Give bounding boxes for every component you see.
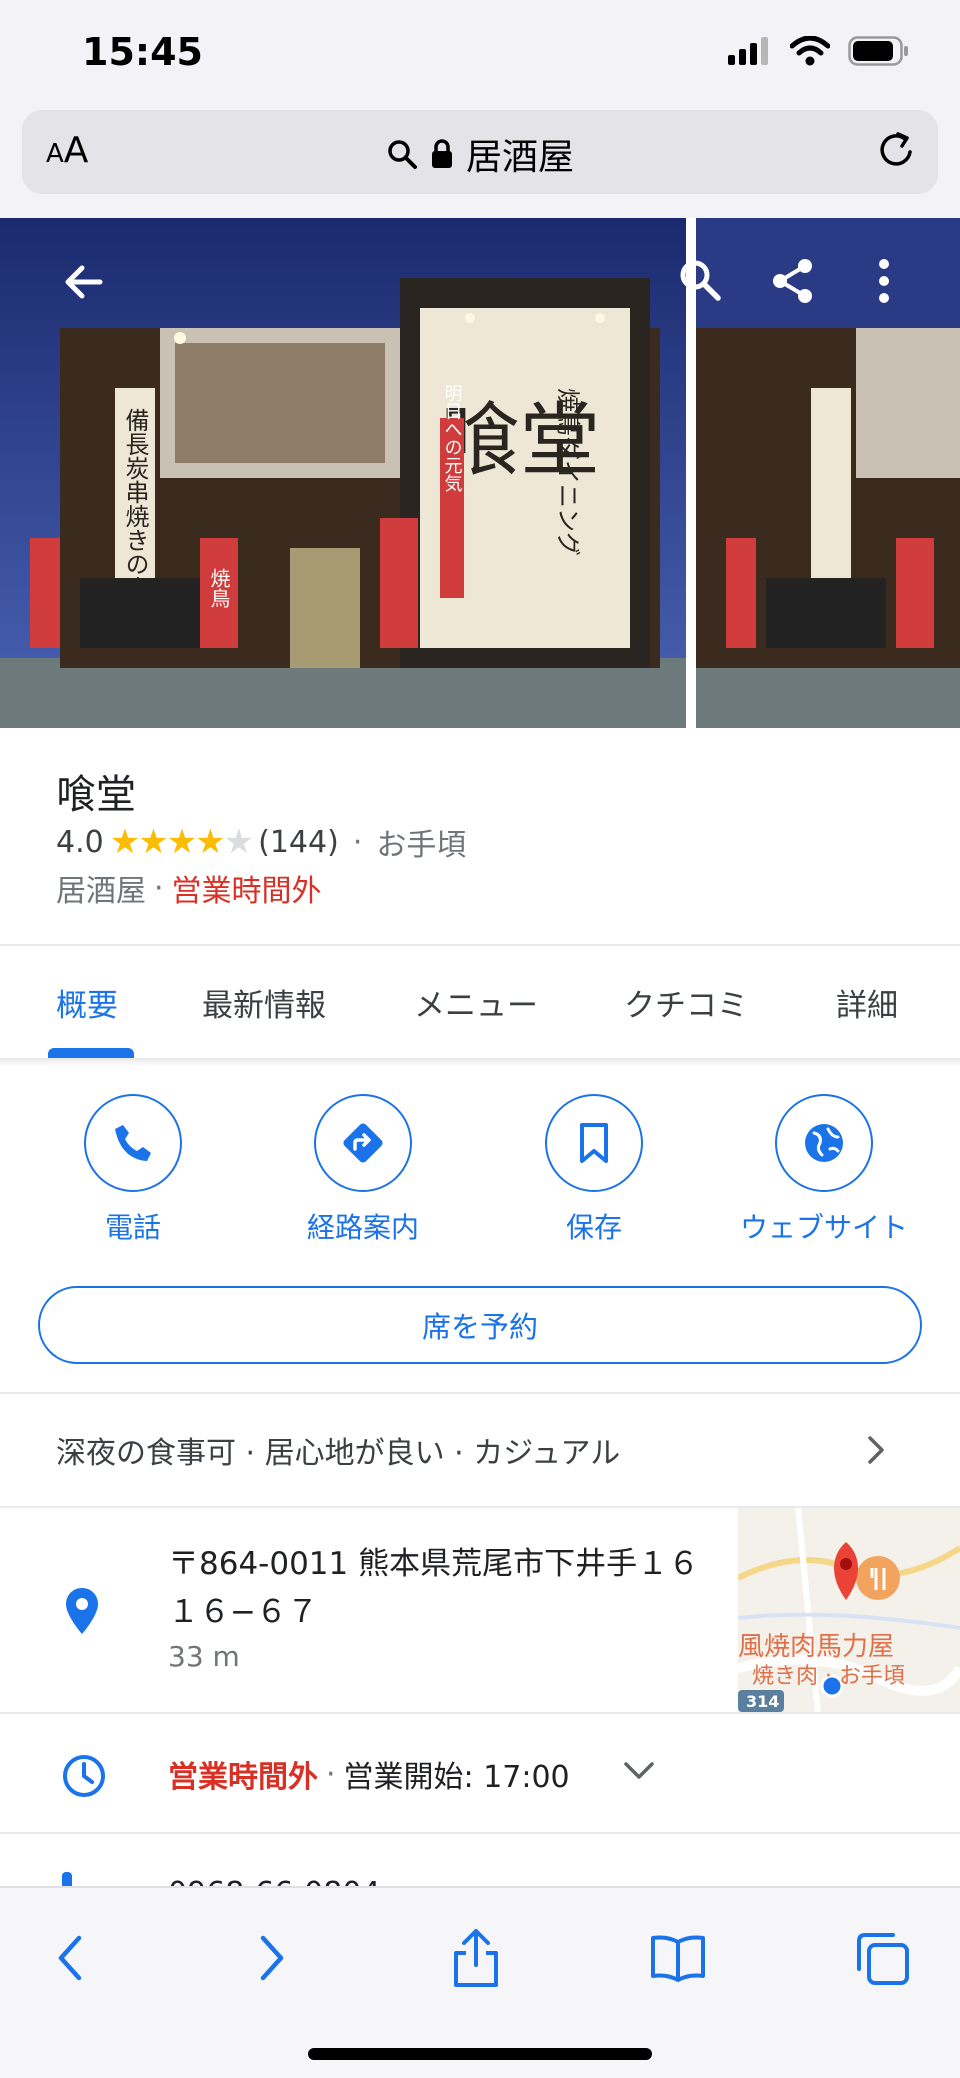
map-place-sublabel: 焼き肉 · お手頃: [752, 1664, 905, 1689]
home-indicator: [308, 2048, 652, 2060]
main-sign-top-text: 焼鳥ダイニング: [554, 388, 582, 556]
divider: [0, 1712, 960, 1714]
status-icons: [728, 36, 910, 66]
website-button[interactable]: ウェブサイト: [724, 1094, 924, 1246]
star-filled-icon: ★: [109, 822, 141, 862]
star-filled-icon: ★: [138, 822, 169, 862]
tab-active-indicator: [48, 1048, 134, 1058]
divider: [0, 1832, 960, 1834]
bookmarks-button[interactable]: [638, 1918, 718, 1998]
call-circle: [84, 1094, 182, 1192]
directions-button[interactable]: 経路案内: [263, 1094, 463, 1246]
url-text: 居酒屋: [465, 137, 574, 178]
tab-details[interactable]: 詳細: [836, 980, 898, 1025]
clock-icon: [63, 1755, 105, 1797]
price-level: お手頃: [376, 828, 467, 863]
divider: [0, 944, 960, 946]
hours-row[interactable]: 営業時間外 · 営業開始: 17:00: [168, 1752, 570, 1796]
chevron-left-icon: [58, 1935, 82, 1981]
battery-icon: [848, 36, 908, 66]
website-label: ウェブサイト: [739, 1211, 908, 1244]
place-name: 喰堂: [56, 772, 136, 818]
share-button[interactable]: [436, 1918, 516, 1998]
tabs-button[interactable]: [842, 1918, 922, 1998]
directions-circle: [314, 1094, 412, 1192]
search-icon: [388, 140, 417, 169]
hours-next-open: 営業開始: 17:00: [343, 1760, 570, 1795]
tabs-icon: [857, 1933, 909, 1985]
tab-overview[interactable]: 概要: [56, 980, 118, 1025]
globe-icon: [805, 1124, 843, 1162]
storefront-illustration-2: [696, 218, 960, 728]
separator-dot: ·: [154, 870, 164, 906]
reserve-button[interactable]: 席を予約: [38, 1286, 922, 1364]
browser-back-button[interactable]: [30, 1918, 110, 1998]
star-filled-icon: ★: [166, 822, 198, 862]
save-circle: [545, 1094, 643, 1192]
rating-value: 4.0: [56, 824, 104, 860]
chevron-right-icon: [260, 1935, 284, 1981]
vertical-sign-text: 備長炭串焼きの店: [121, 408, 149, 600]
url-bar[interactable]: AA 居酒屋: [22, 110, 938, 194]
review-count[interactable]: (144): [258, 825, 339, 860]
directions-label: 経路案内: [306, 1211, 419, 1244]
map-route-badge: 314: [746, 1692, 780, 1711]
photo-carousel[interactable]: 喰堂 焼鳥ダイニング 明日への元気 備長炭串焼きの店 焼鳥: [0, 218, 960, 728]
save-label: 保存: [565, 1211, 622, 1244]
reload-icon[interactable]: [874, 128, 918, 172]
attributes-row[interactable]: 深夜の食事可 · 居心地が良い · カジュアル: [56, 1428, 620, 1472]
more-vert-icon[interactable]: [872, 256, 896, 306]
phone-icon: [115, 1125, 151, 1161]
tab-bar: 概要 最新情報 メニュー クチコミ 詳細: [0, 948, 960, 1058]
divider: [0, 1392, 960, 1394]
tab-shadow: [0, 1058, 960, 1066]
map-thumbnail[interactable]: 風焼肉馬力屋 焼き肉 · お手頃 314: [738, 1508, 960, 1712]
star-filled-icon: ★: [195, 822, 226, 862]
address-distance: 33 m: [168, 1640, 240, 1673]
hours-status: 営業時間外: [168, 1760, 318, 1795]
status-bar: 15:45: [0, 0, 960, 110]
browser-url-area: AA 居酒屋: [0, 110, 960, 218]
save-button[interactable]: 保存: [494, 1094, 694, 1246]
tab-menu[interactable]: メニュー: [414, 980, 538, 1025]
rating-stars: ★★★★★: [109, 822, 255, 862]
tab-updates[interactable]: 最新情報: [202, 980, 326, 1025]
category-row: 居酒屋 · 営業時間外: [56, 866, 322, 910]
wifi-icon: [790, 36, 830, 66]
url-center: 居酒屋: [22, 128, 938, 180]
storefront-photo-2[interactable]: [696, 218, 960, 728]
banner-text: 焼鳥: [207, 568, 231, 609]
call-button[interactable]: 電話: [33, 1094, 233, 1246]
share-icon[interactable]: [768, 256, 818, 306]
place-category: 居酒屋: [56, 874, 146, 909]
share-up-icon: [454, 1929, 498, 1987]
app-root: 15:45 AA 居酒屋 喰堂 焼鳥ダイニング 明日への元気 備長炭串焼きの店 …: [0, 0, 960, 2078]
bookmark-icon: [580, 1123, 608, 1163]
browser-forward-button[interactable]: [232, 1918, 312, 1998]
rating-row: 4.0 ★★★★★ (144) · お手頃: [56, 820, 466, 864]
call-label: 電話: [104, 1211, 161, 1244]
cellular-signal-icon: [728, 37, 768, 65]
star-empty-icon: ★: [223, 822, 255, 862]
chevron-down-icon[interactable]: [622, 1758, 656, 1784]
back-arrow-icon[interactable]: [58, 256, 110, 308]
website-circle: [775, 1094, 873, 1192]
book-icon: [651, 1935, 705, 1982]
chevron-right-icon[interactable]: [862, 1432, 890, 1468]
tagline-text: 明日への元気: [442, 384, 463, 493]
separator-dot: ·: [352, 824, 363, 860]
directions-icon: [343, 1123, 383, 1163]
lock-icon: [431, 139, 452, 168]
address-text[interactable]: 〒864-0011 熊本県荒尾市下井手１６１６−６７: [168, 1540, 728, 1636]
open-status: 営業時間外: [171, 874, 322, 909]
status-time: 15:45: [82, 30, 203, 74]
tab-reviews[interactable]: クチコミ: [624, 980, 748, 1025]
search-icon[interactable]: [676, 256, 724, 304]
separator-dot: ·: [326, 1756, 336, 1792]
location-pin-icon: [66, 1588, 98, 1634]
